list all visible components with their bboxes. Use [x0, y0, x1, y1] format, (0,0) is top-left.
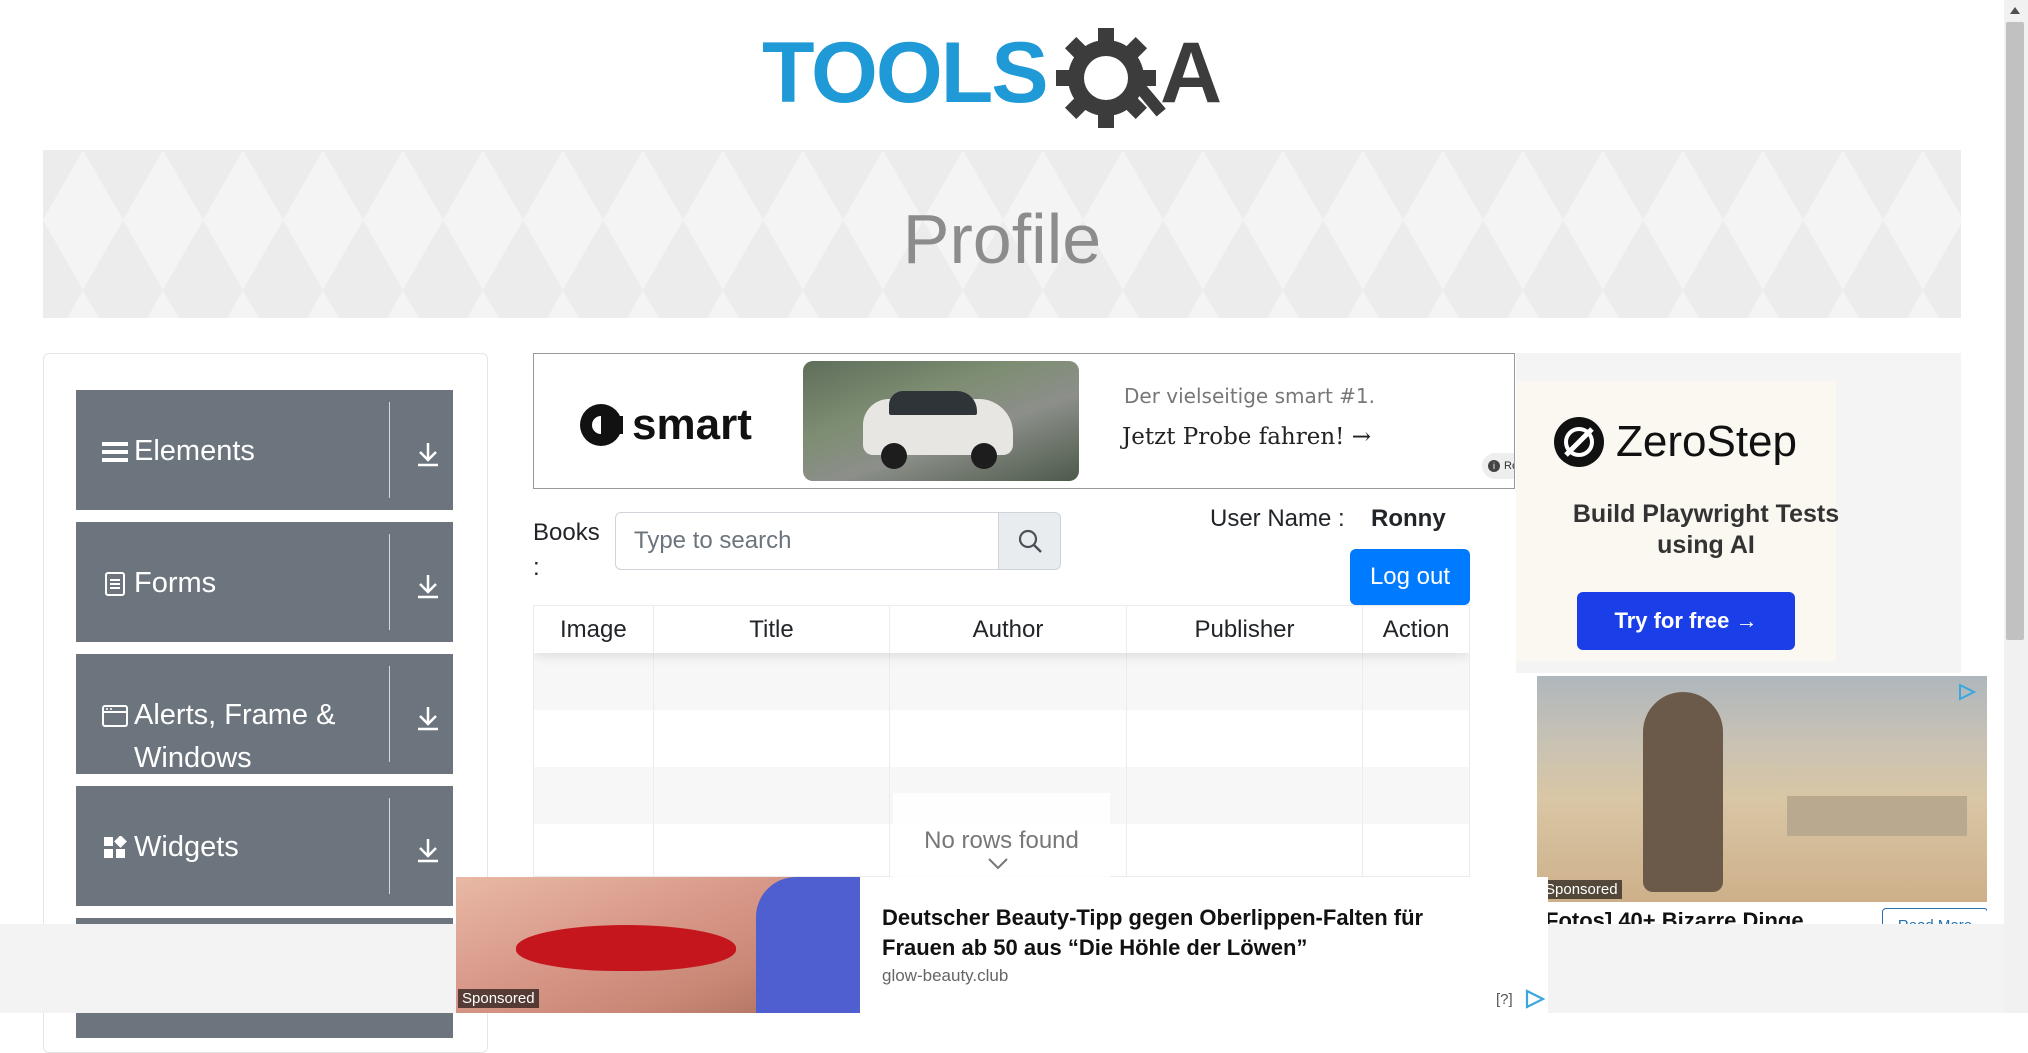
info-icon: i: [1488, 460, 1500, 472]
divider: [389, 534, 390, 630]
smart-brand-text: smart: [632, 400, 752, 449]
sidebar-group-label: Widgets: [134, 831, 239, 863]
table-cell: [1363, 653, 1469, 710]
bottom-ad-sponsored-badge: Sponsored: [458, 989, 539, 1008]
column-header-publisher[interactable]: Publisher: [1127, 606, 1364, 653]
table-cell: [1363, 767, 1469, 824]
table-row: [534, 653, 1469, 710]
divider: [389, 666, 390, 762]
sponsored-badge: Sponsored: [1541, 880, 1622, 899]
table-cell: [654, 653, 891, 710]
logo-a-text: A: [1160, 25, 1222, 121]
widgets-icon: [100, 833, 130, 863]
table-header: Image Title Author Publisher Action: [534, 606, 1469, 653]
smart-logo: smart: [578, 400, 752, 450]
bottom-ad-source[interactable]: glow-beauty.club: [882, 966, 1008, 986]
adchoices-icon[interactable]: [1524, 989, 1546, 1009]
chevron-down-icon[interactable]: [986, 856, 1010, 872]
table-cell: [1127, 710, 1364, 767]
zerostep-ad[interactable]: ZeroStep Build Playwright Tests using AI…: [1516, 353, 1961, 673]
smart-car-image: [803, 361, 1079, 481]
sponsored-ad-image: [1537, 676, 1987, 902]
scroll-up-arrow-icon[interactable]: [2008, 4, 2022, 16]
table-cell: [654, 710, 891, 767]
sidebar-group-label: Alerts, Frame & Windows: [134, 699, 336, 774]
ad-info-badge[interactable]: i Re: [1482, 453, 1514, 479]
download-arrow-icon[interactable]: [414, 440, 442, 468]
sidebar-group-label: Forms: [134, 567, 217, 599]
sidebar-group-elements[interactable]: Elements: [76, 390, 453, 510]
table-cell: [890, 710, 1127, 767]
table-row: [534, 710, 1469, 767]
download-arrow-icon[interactable]: [414, 704, 442, 732]
column-header-title[interactable]: Title: [654, 606, 891, 653]
column-header-image[interactable]: Image: [534, 606, 654, 653]
ad-info-text: Re: [1504, 460, 1514, 472]
search-group: [615, 512, 1061, 570]
logout-button[interactable]: Log out: [1350, 549, 1470, 605]
table-cell: [534, 824, 654, 876]
smart-ad-banner[interactable]: smart Der vielseitige smart #1. Jetzt Pr…: [533, 353, 1515, 489]
sidebar-group-label: Elements: [134, 435, 255, 467]
sidebar-group-widgets[interactable]: Widgets: [76, 786, 453, 906]
smart-ad-cta[interactable]: Jetzt Probe fahren! →: [1122, 424, 1371, 450]
smart-ad-tagline: Der vielseitige smart #1.: [1124, 384, 1375, 408]
toolsqa-logo[interactable]: TOOLS A: [760, 20, 1250, 140]
table-cell: [654, 767, 891, 824]
adchoices-icon[interactable]: [1957, 682, 1977, 702]
user-name-value: Ronny: [1371, 505, 1446, 532]
zerostep-headline: Build Playwright Tests using AI: [1572, 500, 1840, 559]
sidebar-group-forms[interactable]: Forms: [76, 522, 453, 642]
table-cell: [1363, 710, 1469, 767]
download-arrow-icon[interactable]: [414, 836, 442, 864]
column-header-action[interactable]: Action: [1363, 606, 1469, 653]
table-cell: [1127, 653, 1364, 710]
table-cell: [1127, 767, 1364, 824]
document-icon: [100, 569, 130, 599]
divider: [389, 402, 390, 498]
zerostep-logo: ZeroStep: [1552, 415, 1797, 469]
table-cell: [654, 824, 891, 876]
window-icon: [100, 701, 130, 731]
bottom-ad-headline[interactable]: Deutscher Beauty-Tipp gegen Oberlippen-F…: [882, 903, 1502, 963]
bottom-ad-help[interactable]: [?]: [1496, 991, 1513, 1008]
table-cell: [1363, 824, 1469, 876]
zerostep-brand-text: ZeroStep: [1616, 417, 1797, 466]
zerostep-cta-button[interactable]: Try for free →: [1577, 592, 1795, 650]
sidebar-group-alerts[interactable]: Alerts, Frame & Windows: [76, 654, 453, 774]
logo-tools-text: TOOLS: [762, 25, 1047, 121]
zerostep-logo-icon: [1554, 417, 1604, 467]
table-cell: [1127, 824, 1364, 876]
divider: [389, 798, 390, 894]
page-banner: Profile: [43, 150, 1961, 318]
table-cell: [890, 653, 1127, 710]
column-header-author[interactable]: Author: [890, 606, 1127, 653]
table-cell: [534, 710, 654, 767]
user-name-label: User Name :: [1210, 505, 1345, 532]
hamburger-icon: [100, 437, 130, 467]
gear-q-icon: [1056, 28, 1166, 128]
scrollbar-thumb[interactable]: [2006, 22, 2024, 640]
bottom-sponsored-ad[interactable]: Sponsored Deutscher Beauty-Tipp gegen Ob…: [456, 877, 1548, 1013]
table-cell: [534, 767, 654, 824]
download-arrow-icon[interactable]: [414, 572, 442, 600]
smart-logo-icon: [580, 404, 623, 446]
books-label: Books :: [533, 519, 600, 581]
page-title: Profile: [902, 200, 1102, 278]
search-input[interactable]: [615, 512, 1000, 570]
search-icon: [1018, 529, 1042, 553]
table-cell: [534, 653, 654, 710]
search-button[interactable]: [999, 512, 1061, 570]
